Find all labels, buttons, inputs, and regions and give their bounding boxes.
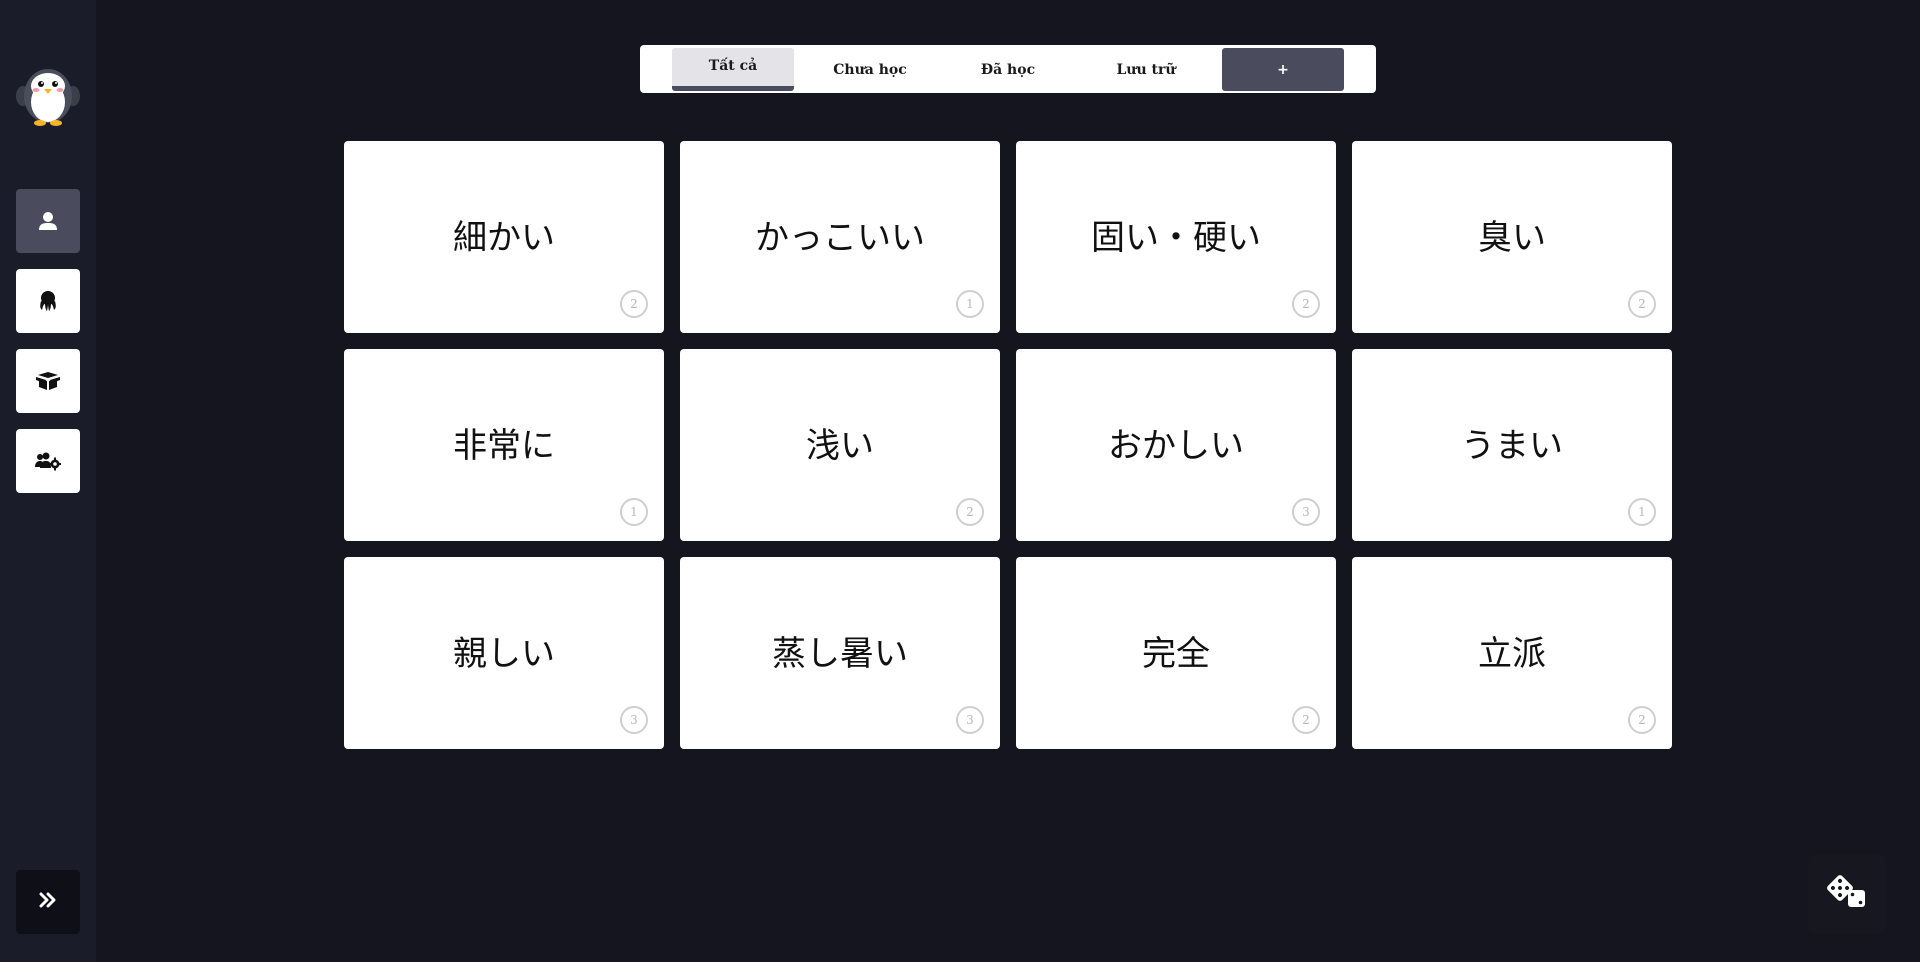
card-word: 完全: [1142, 633, 1210, 674]
dice-icon: [1827, 875, 1867, 913]
tab-not-learned[interactable]: Chưa học: [809, 48, 931, 91]
card-word: おかしい: [1108, 425, 1244, 466]
double-chevron-right-icon: [39, 892, 57, 912]
vocab-card[interactable]: かっこいい 1: [680, 141, 1000, 333]
card-count-badge: 3: [956, 706, 984, 734]
random-card-button[interactable]: [1808, 855, 1886, 933]
sidebar-item-group-settings[interactable]: [16, 429, 80, 493]
card-count-badge: 2: [1628, 290, 1656, 318]
card-word: 固い・硬い: [1091, 217, 1261, 258]
card-count-badge: 3: [620, 706, 648, 734]
card-word: 細かい: [453, 217, 555, 258]
tab-learned[interactable]: Đã học: [947, 48, 1069, 91]
vocab-card[interactable]: 蒸し暑い 3: [680, 557, 1000, 749]
card-count-badge: 3: [1292, 498, 1320, 526]
card-grid: 細かい 2 かっこいい 1 固い・硬い 2 臭い 2 非常に 1 浅い 2 おか…: [344, 141, 1672, 749]
card-word: 臭い: [1478, 217, 1546, 258]
tab-archived[interactable]: Lưu trữ: [1085, 48, 1207, 91]
penguin-logo: [14, 62, 82, 126]
vocab-card[interactable]: 固い・硬い 2: [1016, 141, 1336, 333]
card-word: 浅い: [806, 425, 874, 466]
card-count-badge: 1: [1628, 498, 1656, 526]
sidebar-item-octopus[interactable]: [16, 269, 80, 333]
card-word: 蒸し暑い: [772, 633, 908, 674]
vocab-card[interactable]: 浅い 2: [680, 349, 1000, 541]
card-count-badge: 1: [956, 290, 984, 318]
octopus-icon: [37, 290, 59, 312]
sidebar-item-profile[interactable]: [16, 189, 80, 253]
card-word: うまい: [1461, 425, 1563, 466]
vocab-card[interactable]: 臭い 2: [1352, 141, 1672, 333]
tab-all[interactable]: Tất cả: [672, 48, 794, 91]
sidebar-item-box[interactable]: [16, 349, 80, 413]
card-count-badge: 1: [620, 498, 648, 526]
user-icon: [39, 211, 57, 231]
vocab-card[interactable]: 親しい 3: [344, 557, 664, 749]
card-word: 親しい: [453, 633, 555, 674]
vocab-card[interactable]: うまい 1: [1352, 349, 1672, 541]
add-tab-button[interactable]: +: [1222, 48, 1344, 91]
users-gear-icon: [35, 451, 61, 471]
sidebar: [0, 0, 96, 962]
vocab-card[interactable]: 細かい 2: [344, 141, 664, 333]
card-word: かっこいい: [755, 217, 925, 258]
vocab-card[interactable]: 完全 2: [1016, 557, 1336, 749]
vocab-card[interactable]: 非常に 1: [344, 349, 664, 541]
filter-tabbar: Tất cả Chưa học Đã học Lưu trữ +: [640, 45, 1376, 93]
card-count-badge: 2: [1628, 706, 1656, 734]
vocab-card[interactable]: 立派 2: [1352, 557, 1672, 749]
card-count-badge: 2: [1292, 290, 1320, 318]
sidebar-expand-button[interactable]: [16, 870, 80, 934]
box-icon: [36, 371, 60, 391]
card-word: 立派: [1478, 633, 1546, 674]
card-count-badge: 2: [956, 498, 984, 526]
card-count-badge: 2: [1292, 706, 1320, 734]
card-count-badge: 2: [620, 290, 648, 318]
card-word: 非常に: [453, 425, 555, 466]
vocab-card[interactable]: おかしい 3: [1016, 349, 1336, 541]
